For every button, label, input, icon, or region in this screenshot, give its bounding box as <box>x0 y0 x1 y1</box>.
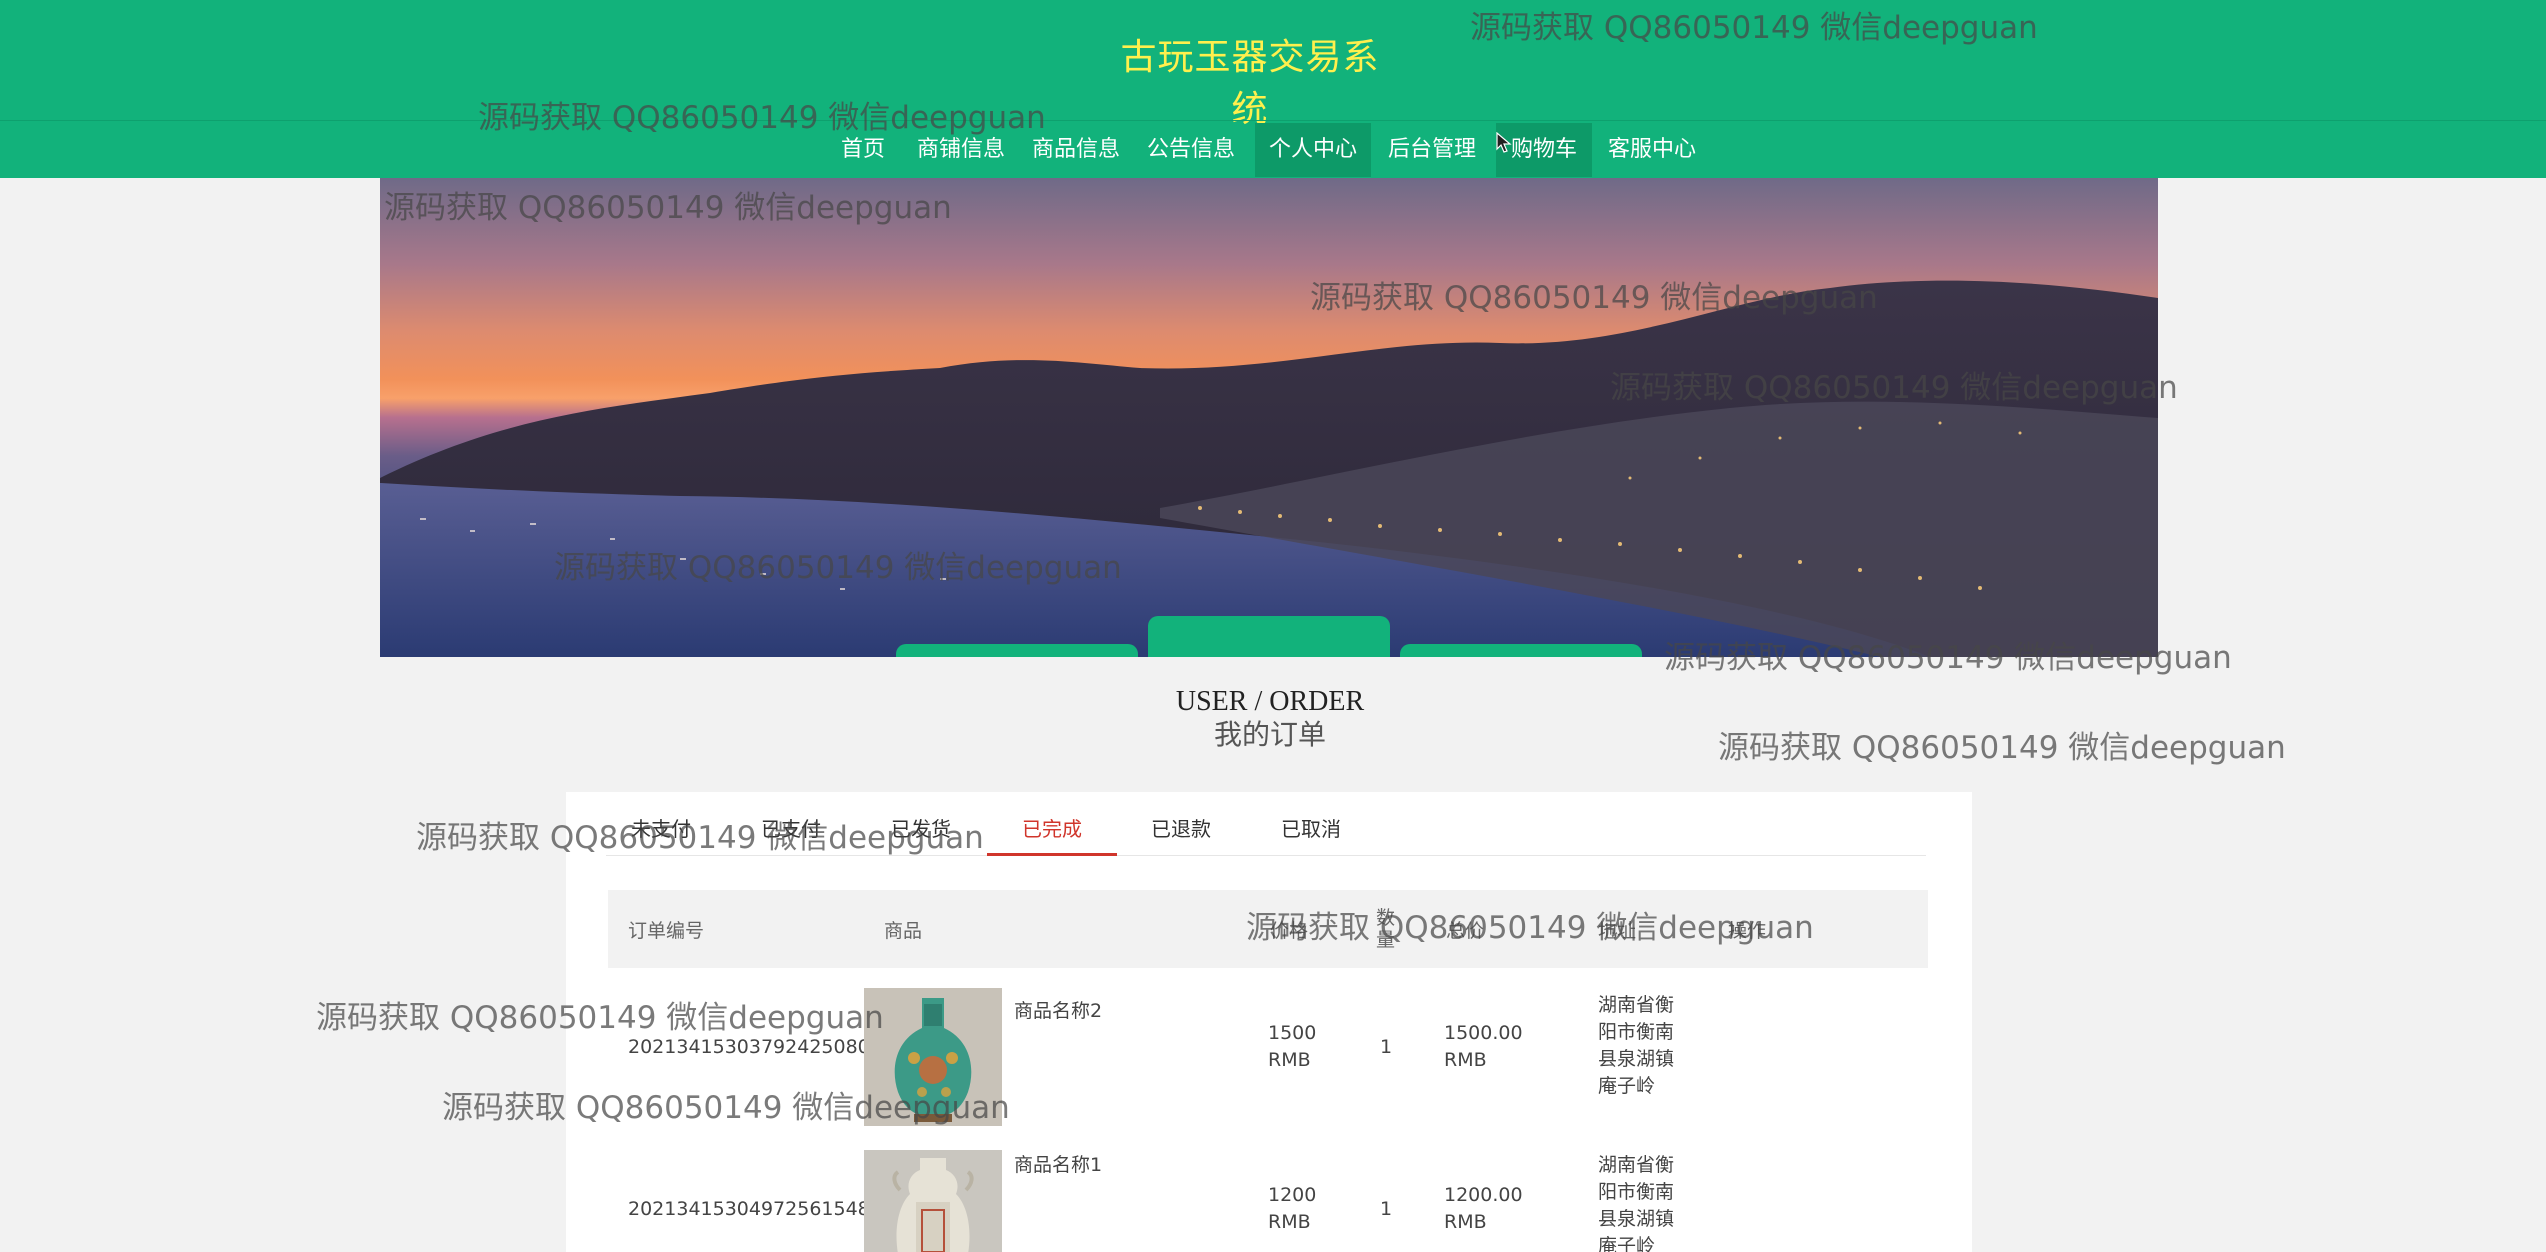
address: 湖南省衡阳市衡南县泉湖镇庵子岭 <box>1598 1154 1675 1252</box>
header-order-no: 订单编号 <box>628 919 705 942</box>
quantity: 1 <box>1380 1198 1393 1220</box>
site-header: 古玩玉器交易系统 首页 商铺信息 商品信息 公告信息 个人中心 后台管理 购物车… <box>0 0 2546 178</box>
product-name[interactable]: 商品名称1 <box>1014 1152 1102 1179</box>
tab-cancelled[interactable]: 已取消 <box>1251 812 1371 856</box>
header-qty: 数量 <box>1376 907 1396 951</box>
banner-tab-decoration <box>896 644 1138 657</box>
tab-paid[interactable]: 已支付 <box>736 812 846 856</box>
mouse-cursor-icon <box>1496 132 1512 153</box>
header-total: 总价 <box>1446 919 1485 942</box>
site-title: 古玩玉器交易系统 <box>1120 37 1380 130</box>
product-thumbnail[interactable] <box>864 1150 1002 1252</box>
tab-refunded[interactable]: 已退款 <box>1121 812 1241 856</box>
header-action: 操作 <box>1728 919 1767 942</box>
order-status-tabs: 未支付 已支付 已发货 已完成 已退款 已取消 <box>606 812 1926 856</box>
header-product: 商品 <box>884 919 923 942</box>
banner-tab-decoration <box>1400 644 1642 657</box>
product-thumbnail[interactable] <box>864 988 1002 1126</box>
section-title: USER / ORDER 我的订单 <box>1070 685 1470 753</box>
nav-item-shops[interactable]: 商铺信息 <box>910 123 1012 177</box>
hero-banner-image <box>380 178 2158 657</box>
quantity: 1 <box>1380 1036 1393 1058</box>
total-price: 1500.00 RMB <box>1444 1022 1523 1071</box>
order-number: 20213415303792425080 <box>628 1036 870 1058</box>
tab-unpaid[interactable]: 未支付 <box>606 812 716 856</box>
table-header: 订单编号 商品 价格 数量 总价 地址 操作 <box>608 890 1928 968</box>
section-title-en: USER / ORDER <box>1175 686 1365 717</box>
nav-item-notices[interactable]: 公告信息 <box>1140 123 1242 177</box>
tab-shipped[interactable]: 已发货 <box>866 812 976 856</box>
nav-item-user-center[interactable]: 个人中心 <box>1255 123 1371 177</box>
nav-item-products[interactable]: 商品信息 <box>1025 123 1127 177</box>
order-number: 20213415304972561548 <box>628 1198 870 1220</box>
banner-tab-decoration <box>1148 616 1390 657</box>
price: 1200 RMB <box>1268 1184 1317 1233</box>
orders-panel: 未支付 已支付 已发货 已完成 已退款 已取消 订单编号 商品 价格 数量 总价… <box>566 792 1972 1252</box>
address: 湖南省衡阳市衡南县泉湖镇庵子岭 <box>1598 994 1675 1097</box>
product-name[interactable]: 商品名称2 <box>1014 998 1102 1025</box>
total-price: 1200.00 RMB <box>1444 1184 1523 1233</box>
table-row: 20213415303792425080 商品名称2 1500 RMB 1 15… <box>608 978 1928 1138</box>
nav-item-admin[interactable]: 后台管理 <box>1380 123 1484 177</box>
header-price: 价格 <box>1270 919 1309 942</box>
section-title-cn: 我的订单 <box>1213 720 1326 751</box>
tab-completed[interactable]: 已完成 <box>987 812 1117 856</box>
price: 1500 RMB <box>1268 1022 1317 1071</box>
header-address: 地址 <box>1598 919 1637 942</box>
nav-item-support[interactable]: 客服中心 <box>1600 123 1704 177</box>
table-row: 20213415304972561548 商品名称1 1200 RMB 1 12… <box>608 1140 1928 1252</box>
main-nav: 首页 商铺信息 商品信息 公告信息 个人中心 后台管理 购物车 客服中心 <box>0 120 2546 177</box>
watermark-text: 源码获取 QQ86050149 微信deepguan <box>1718 730 2286 766</box>
nav-item-home[interactable]: 首页 <box>828 123 898 177</box>
